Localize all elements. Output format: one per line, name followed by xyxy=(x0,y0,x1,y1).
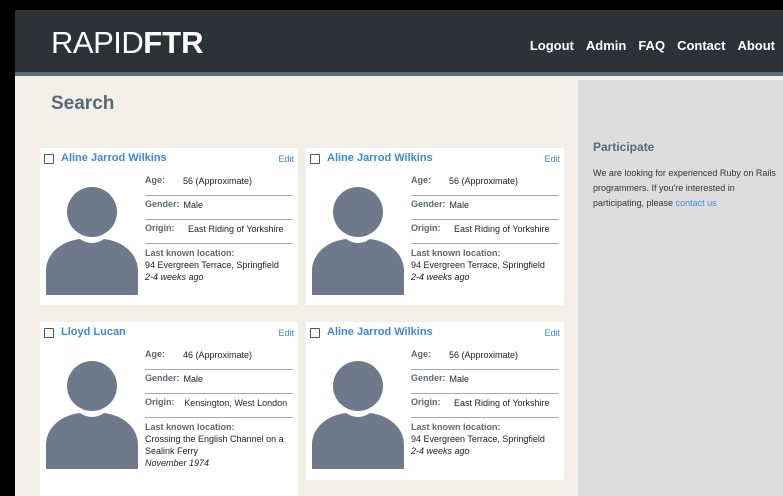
child-details: Age: 56 (Approximate) Gender: Male Origin: Ea… xyxy=(145,172,293,283)
card-header: Aline Jarrod Wilkins Edit xyxy=(40,148,298,168)
age-row: Age: 56 (Approximate) xyxy=(411,172,559,196)
nav-contact-link[interactable]: Contact xyxy=(677,38,725,53)
last-known-location-label: Last known location: xyxy=(145,422,235,432)
gender-value: Male xyxy=(449,374,470,384)
app-window: RAPIDFTR Logout Admin FAQ Contact About … xyxy=(15,10,783,496)
origin-row: Origin: East Riding of Yorkshire xyxy=(411,394,559,418)
origin-row: Origin: East Riding of Yorkshire xyxy=(145,220,293,244)
child-name-link[interactable]: Aline Jarrod Wilkins xyxy=(61,152,167,164)
nav-logout-link[interactable]: Logout xyxy=(530,38,574,53)
sidebar-text: We are looking for experienced Ruby on R… xyxy=(593,166,778,211)
gender-row: Gender: Male xyxy=(145,196,293,220)
seen-when: 2-4 weeks ago xyxy=(411,446,470,456)
age-row: Age: 46 (Approximate) xyxy=(145,346,293,370)
location-value: 94 Evergreen Terrace, Springfield xyxy=(411,434,545,444)
last-known-location-label: Last known location: xyxy=(145,248,235,258)
age-label: Age: xyxy=(145,175,165,185)
age-row: Age: 56 (Approximate) xyxy=(145,172,293,196)
origin-label: Origin: xyxy=(411,223,441,233)
age-label: Age: xyxy=(411,175,431,185)
person-silhouette-icon xyxy=(312,349,404,469)
gender-value: Male xyxy=(183,200,204,210)
last-known-location: Last known location: Crossing the English… xyxy=(145,418,293,469)
location-value: Crossing the English Channel on a Sealin… xyxy=(145,434,284,456)
select-checkbox[interactable] xyxy=(44,154,54,164)
result-card: Aline Jarrod Wilkins Edit Age: 56 (Approxim… xyxy=(306,322,564,480)
nav-about-link[interactable]: About xyxy=(737,38,775,53)
child-details: Age: 56 (Approximate) Gender: Male Origin: Ea… xyxy=(411,346,559,457)
origin-label: Origin: xyxy=(145,397,175,407)
gender-row: Gender: Male xyxy=(411,196,559,220)
age-value: 46 (Approximate) xyxy=(183,350,253,360)
age-label: Age: xyxy=(411,349,431,359)
last-known-location: Last known location: 94 Evergreen Terrace… xyxy=(145,244,293,283)
origin-value: East Riding of Yorkshire xyxy=(187,224,284,234)
contact-us-link[interactable]: contact us xyxy=(676,198,717,208)
person-silhouette-icon xyxy=(46,349,138,469)
seen-when: November 1974 xyxy=(145,458,210,468)
child-details: Age: 56 (Approximate) Gender: Male Origin: Ea… xyxy=(411,172,559,283)
seen-when: 2-4 weeks ago xyxy=(411,272,470,282)
gender-row: Gender: Male xyxy=(145,370,293,394)
gender-label: Gender: xyxy=(145,199,180,209)
age-value: 56 (Approximate) xyxy=(183,176,253,186)
edit-link[interactable]: Edit xyxy=(278,154,294,164)
result-card: Aline Jarrod Wilkins Edit Age: 56 (Approxim… xyxy=(40,148,298,305)
gender-value: Male xyxy=(449,200,470,210)
edit-link[interactable]: Edit xyxy=(544,154,560,164)
sidebar: Participate We are looking for experienc… xyxy=(578,80,783,496)
nav-admin-link[interactable]: Admin xyxy=(586,38,626,53)
child-name-link[interactable]: Aline Jarrod Wilkins xyxy=(327,326,433,338)
logo-thin-text: RAPID xyxy=(51,25,144,60)
origin-row: Origin: East Riding of Yorkshire xyxy=(411,220,559,244)
child-details: Age: 46 (Approximate) Gender: Male Origin: Ke… xyxy=(145,346,293,469)
gender-row: Gender: Male xyxy=(411,370,559,394)
select-checkbox[interactable] xyxy=(44,328,54,338)
card-header: Aline Jarrod Wilkins Edit xyxy=(306,322,564,342)
child-name-link[interactable]: Lloyd Lucan xyxy=(61,326,126,338)
site-header: RAPIDFTR Logout Admin FAQ Contact About xyxy=(15,10,783,76)
age-value: 56 (Approximate) xyxy=(449,350,519,360)
age-value: 56 (Approximate) xyxy=(449,176,519,186)
origin-value: East Riding of Yorkshire xyxy=(453,398,550,408)
last-known-location-label: Last known location: xyxy=(411,422,501,432)
origin-label: Origin: xyxy=(145,223,175,233)
edit-link[interactable]: Edit xyxy=(544,328,560,338)
select-checkbox[interactable] xyxy=(310,154,320,164)
sidebar-title: Participate xyxy=(593,140,655,154)
age-row: Age: 56 (Approximate) xyxy=(411,346,559,370)
card-header: Lloyd Lucan Edit xyxy=(40,322,298,342)
gender-label: Gender: xyxy=(411,199,446,209)
main-nav: Logout Admin FAQ Contact About xyxy=(530,38,775,53)
last-known-location: Last known location: 94 Evergreen Terrace… xyxy=(411,244,559,283)
last-known-location: Last known location: 94 Evergreen Terrace… xyxy=(411,418,559,457)
last-known-location-label: Last known location: xyxy=(411,248,501,258)
result-card: Lloyd Lucan Edit Age: 46 (Approximate) Gende… xyxy=(40,322,298,496)
origin-value: East Riding of Yorkshire xyxy=(453,224,550,234)
child-name-link[interactable]: Aline Jarrod Wilkins xyxy=(327,152,433,164)
result-card: Aline Jarrod Wilkins Edit Age: 56 (Approxim… xyxy=(306,148,564,305)
origin-row: Origin: Kensington, West London xyxy=(145,394,293,418)
select-checkbox[interactable] xyxy=(310,328,320,338)
gender-label: Gender: xyxy=(411,373,446,383)
origin-label: Origin: xyxy=(411,397,441,407)
logo-bold-text: FTR xyxy=(143,25,204,60)
nav-faq-link[interactable]: FAQ xyxy=(638,38,665,53)
page-title: Search xyxy=(51,93,115,114)
location-value: 94 Evergreen Terrace, Springfield xyxy=(411,260,545,270)
age-label: Age: xyxy=(145,349,165,359)
site-logo[interactable]: RAPIDFTR xyxy=(51,27,204,58)
person-silhouette-icon xyxy=(312,175,404,295)
seen-when: 2-4 weeks ago xyxy=(145,272,204,282)
gender-value: Male xyxy=(183,374,204,384)
origin-value: Kensington, West London xyxy=(184,398,288,408)
location-value: 94 Evergreen Terrace, Springfield xyxy=(145,260,279,270)
edit-link[interactable]: Edit xyxy=(278,328,294,338)
person-silhouette-icon xyxy=(46,175,138,295)
gender-label: Gender: xyxy=(145,373,180,383)
card-header: Aline Jarrod Wilkins Edit xyxy=(306,148,564,168)
main-content: Search Aline Jarrod Wilkins Edit Age: 56 (A… xyxy=(15,80,578,496)
